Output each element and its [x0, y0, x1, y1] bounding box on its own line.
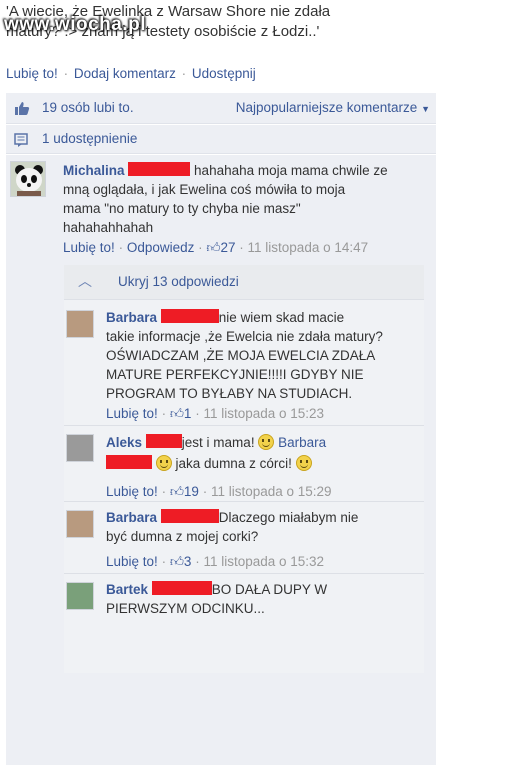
reply-text-line: OŚWIADCZAM ,ŻE MOJA EWELCIA ZDAŁA — [106, 348, 376, 363]
reply-text-line: Dlaczego miałabym nie — [218, 510, 359, 525]
smiley-icon — [295, 455, 312, 471]
thumbs-up-icon: 👍︎ — [206, 240, 221, 255]
post-actions: Lubię to! · Dodaj komentarz · Udostępnij — [6, 66, 258, 81]
caret-down-icon: ▼ — [421, 104, 430, 114]
replies-section: ︿ Ukryj 13 odpowiedzi Barbara nie wiem s… — [64, 265, 424, 673]
reply-item: Barbara nie wiem skad macie takie inform… — [64, 299, 424, 425]
thumbs-up-icon — [15, 102, 30, 115]
smiley-icon — [155, 455, 172, 471]
avatar[interactable] — [10, 161, 46, 197]
reply-meta: Lubię to! · 👍︎3 · 11 listopada o 15:32 — [106, 554, 325, 569]
shares-row: 1 udostępnienie — [6, 125, 436, 154]
separator-dot: · — [181, 66, 187, 81]
reply-text-line: być dumna z mojej corki? — [106, 529, 259, 544]
reply-author[interactable]: Aleks — [106, 435, 142, 450]
reply-meta: Lubię to! · 👍︎19 · 11 listopada o 15:29 — [106, 484, 332, 499]
redacted-surname — [145, 434, 182, 448]
hide-replies-row[interactable]: ︿ Ukryj 13 odpowiedzi — [64, 265, 424, 299]
reply-text-line: PIERWSZYM ODCINKU... — [106, 601, 265, 616]
avatar[interactable] — [66, 510, 94, 538]
reply-like-link[interactable]: Lubię to! — [106, 406, 158, 421]
avatar[interactable] — [66, 310, 94, 338]
site-watermark: www.wiocha.pl — [4, 14, 146, 35]
reply-text-line: PROGRAM TO BYŁABY NA STUDIACH. — [106, 386, 353, 401]
redacted-surname — [128, 162, 191, 176]
like-link[interactable]: Lubię to! — [6, 66, 58, 81]
comment-timestamp[interactable]: 11 listopada o 14:47 — [248, 240, 369, 255]
redacted-surname — [151, 581, 212, 595]
separator-dot: · — [63, 66, 69, 81]
thumbs-up-icon: 👍︎ — [169, 554, 184, 569]
comment-body: Michalina hahahaha moja mama chwile ze m… — [63, 161, 433, 237]
reply-likes-count: 19 — [183, 484, 199, 499]
reply-text-line: nie wiem skad macie — [218, 310, 345, 325]
hide-replies-link[interactable]: Ukryj 13 odpowiedzi — [118, 274, 239, 289]
reply-item: Bartek BO DAŁA DUPY W PIERWSZYM ODCINKU.… — [64, 573, 424, 673]
redacted-surname — [160, 309, 219, 323]
reply-author[interactable]: Barbara — [106, 310, 157, 325]
reply-item: Barbara Dlaczego miałabym nie być dumna … — [64, 501, 424, 573]
shares-count-text[interactable]: 1 udostępnienie — [42, 131, 137, 146]
reply-timestamp[interactable]: 11 listopada o 15:29 — [211, 484, 332, 499]
reply-body: Barbara nie wiem skad macie takie inform… — [106, 308, 424, 403]
reply-body: Barbara Dlaczego miałabym nie być dumna … — [106, 508, 424, 546]
redacted-surname — [106, 455, 152, 469]
reply-text-line: MATURE PERFEKCYJNIE!!!!I GDYBY NIE — [106, 367, 364, 382]
thumbs-up-icon: 👍︎ — [169, 484, 184, 499]
thumbs-up-icon: 👍︎ — [169, 406, 184, 421]
reply-text-line: takie informacje ,że Ewelcia nie zdała m… — [106, 329, 383, 344]
reply-likes[interactable]: 👍︎1 — [170, 406, 192, 421]
panda-avatar-icon — [11, 162, 45, 196]
reply-likes[interactable]: 👍︎3 — [170, 554, 192, 569]
likes-row: 19 osób lubi to. Najpopularniejsze komen… — [6, 93, 436, 124]
reply-text-line: jest i mama! — [181, 435, 255, 450]
reply-timestamp[interactable]: 11 listopada o 15:32 — [203, 554, 324, 569]
reply-timestamp[interactable]: 11 listopada o 15:23 — [203, 406, 324, 421]
smiley-icon — [258, 434, 275, 450]
reply-meta: Lubię to! · 👍︎1 · 11 listopada o 15:23 — [106, 406, 325, 421]
reply-text-line: BO DAŁA DUPY W — [211, 582, 328, 597]
comment-meta: Lubię to! · Odpowiedz · 👍︎27 · 11 listop… — [63, 240, 369, 255]
reply-author[interactable]: Barbara — [106, 510, 157, 525]
comment-text-line-2: mną oglądała, i jak Ewelina coś mówiła t… — [63, 182, 346, 197]
comment-text-line-3: mama "no matury to ty chyba nie masz" — [63, 201, 301, 216]
chevron-up-icon: ︿ — [78, 273, 92, 289]
reply-item: Aleks jest i mama! Barbara jaka dumna z … — [64, 425, 424, 501]
mention-link[interactable]: Barbara — [278, 435, 326, 450]
comment-likes[interactable]: 👍︎27 — [206, 240, 239, 255]
likes-count-text[interactable]: 19 osób lubi to. — [42, 100, 134, 115]
sort-comments-dropdown[interactable]: Najpopularniejsze komentarze ▼ — [236, 100, 430, 115]
comment-like-link[interactable]: Lubię to! — [63, 240, 115, 255]
reply-likes-count: 3 — [183, 554, 192, 569]
reply-body: Bartek BO DAŁA DUPY W PIERWSZYM ODCINKU.… — [106, 580, 424, 618]
avatar[interactable] — [66, 582, 94, 610]
comment-text-line-1: hahahaha moja mama chwile ze — [194, 163, 388, 178]
comment-likes-count: 27 — [220, 240, 236, 255]
reply-likes-count: 1 — [183, 406, 192, 421]
share-link[interactable]: Udostępnij — [192, 66, 256, 81]
reply-body: Aleks jest i mama! Barbara jaka dumna z … — [106, 432, 424, 474]
reply-link[interactable]: Odpowiedz — [127, 240, 195, 255]
reply-like-link[interactable]: Lubię to! — [106, 554, 158, 569]
reply-author[interactable]: Bartek — [106, 582, 148, 597]
redacted-surname — [160, 509, 219, 523]
share-icon — [14, 133, 28, 147]
reply-like-link[interactable]: Lubię to! — [106, 484, 158, 499]
reply-likes[interactable]: 👍︎19 — [170, 484, 199, 499]
add-comment-link[interactable]: Dodaj komentarz — [74, 66, 176, 81]
reply-text-line: jaka dumna z córci! — [175, 456, 292, 471]
avatar[interactable] — [66, 434, 94, 462]
sort-label: Najpopularniejsze komentarze — [235, 100, 418, 115]
comment-author[interactable]: Michalina — [63, 163, 125, 178]
comment-text-line-4: hahahahhahah — [63, 220, 154, 235]
